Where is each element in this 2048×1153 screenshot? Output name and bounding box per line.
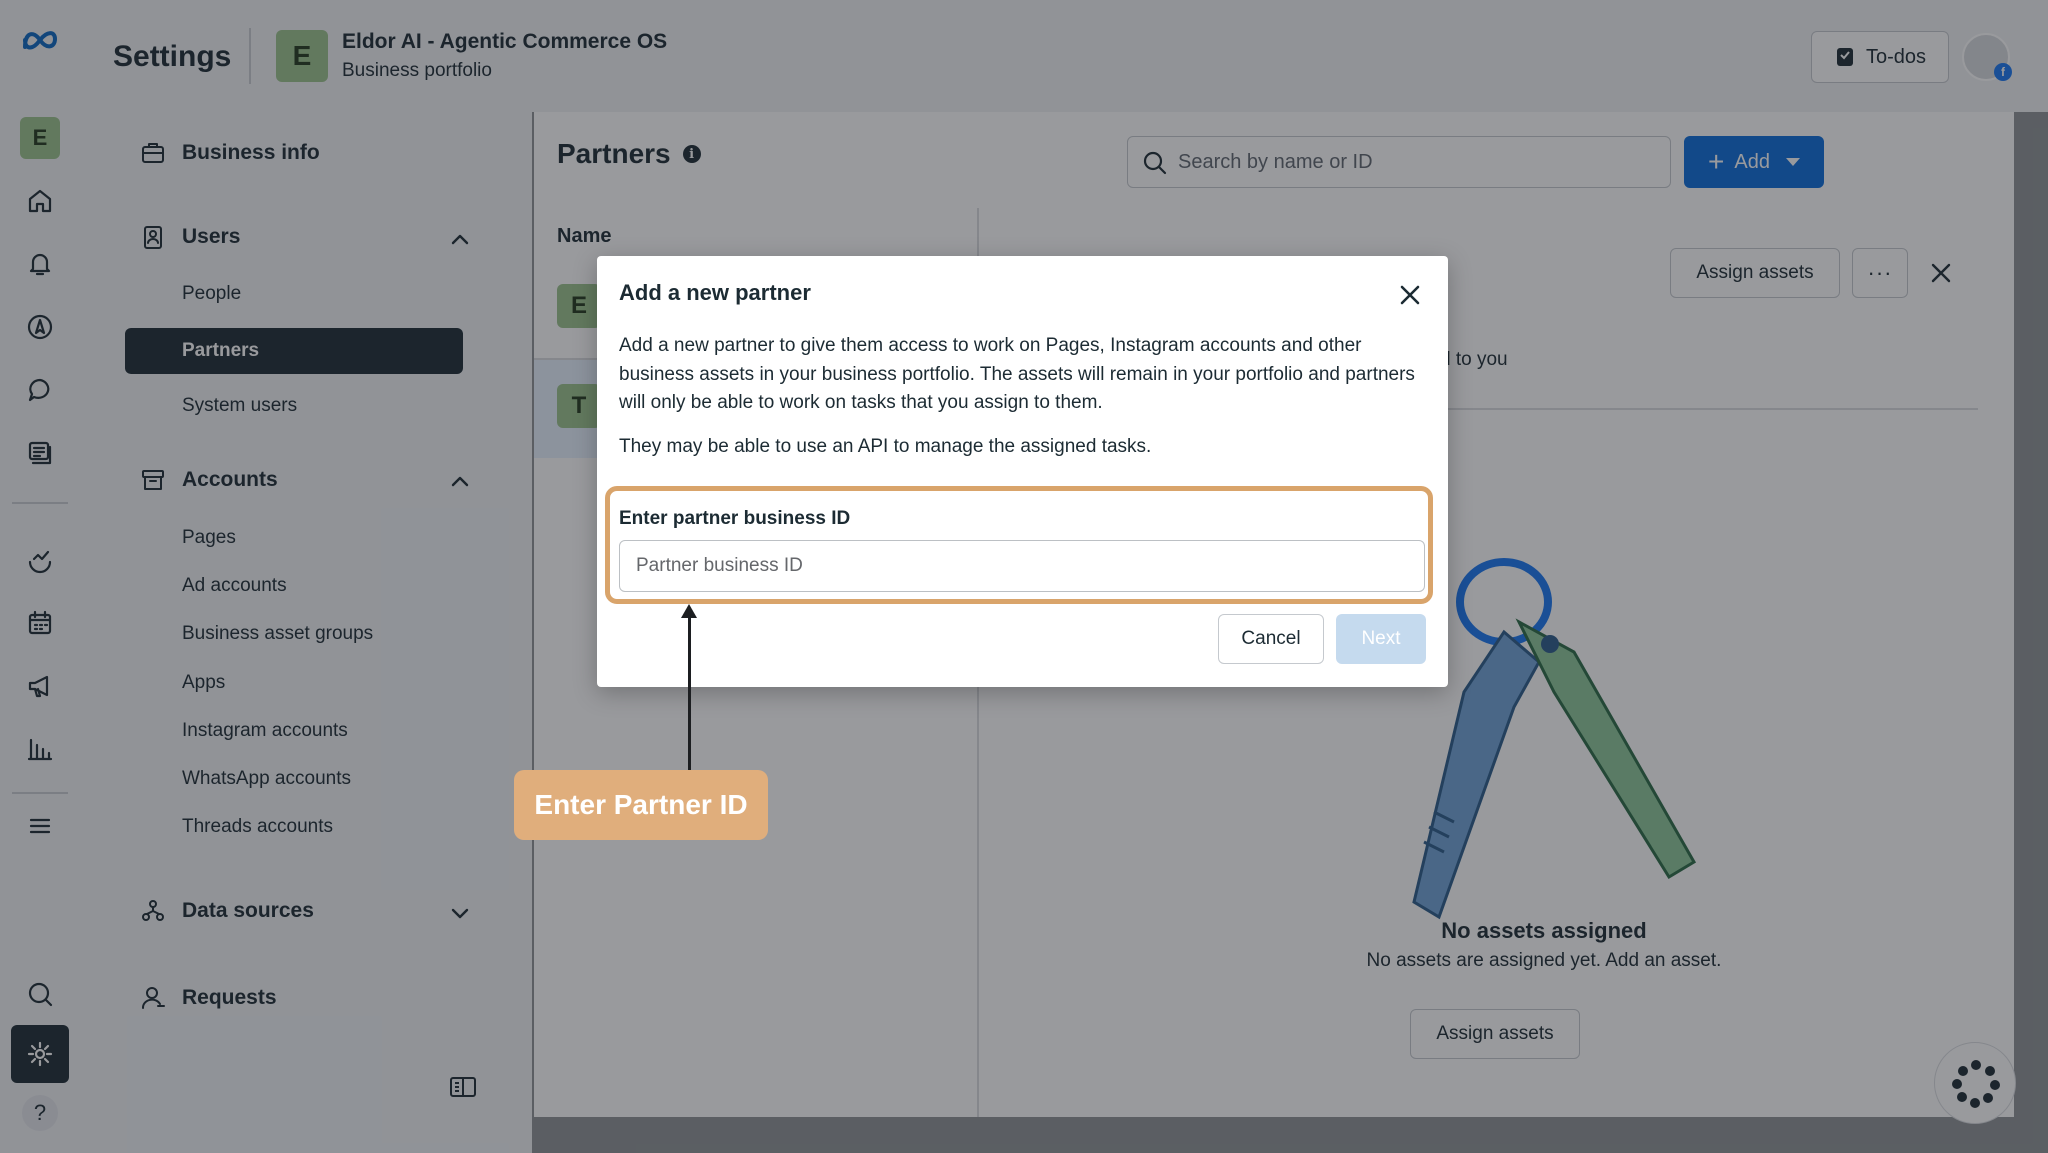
cancel-button[interactable]: Cancel	[1218, 614, 1324, 664]
annotation-arrow	[688, 612, 691, 772]
dialog-title: Add a new partner	[619, 280, 811, 305]
partner-id-label: Enter partner business ID	[619, 508, 851, 529]
dialog-description: Add a new partner to give them access to…	[619, 335, 1415, 413]
annotation-callout: Enter Partner ID	[514, 770, 768, 840]
partner-id-input[interactable]	[619, 540, 1425, 592]
add-partner-dialog: Add a new partner Add a new partner to g…	[597, 256, 1448, 687]
close-icon[interactable]	[1397, 282, 1423, 308]
dialog-api-note: They may be able to use an API to manage…	[619, 436, 1152, 457]
next-button[interactable]: Next	[1336, 614, 1426, 664]
